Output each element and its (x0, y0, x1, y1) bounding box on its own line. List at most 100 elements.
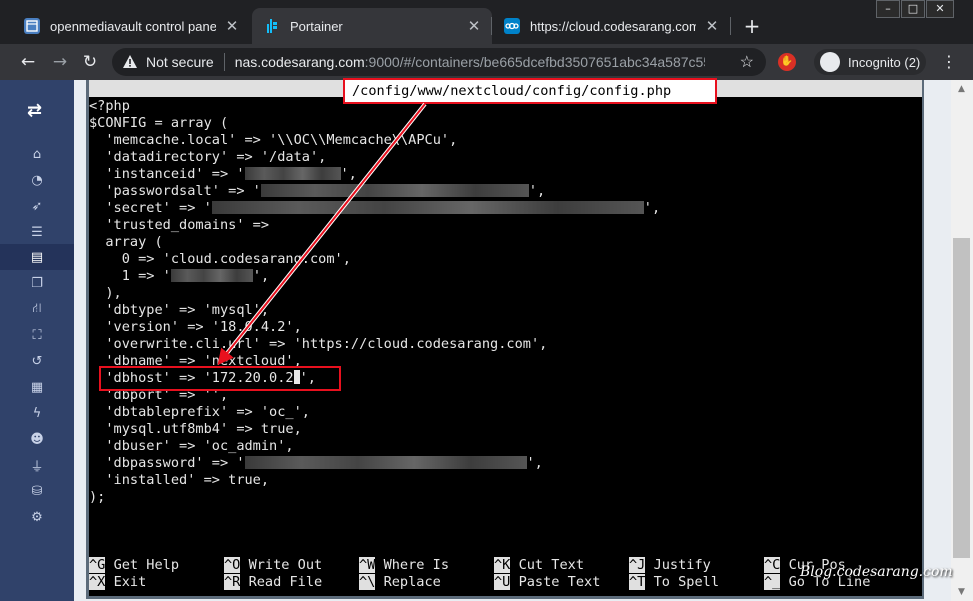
code-line: 'memcache.local' => '\\OC\\Memcache\\APC… (89, 132, 458, 148)
code-line: ), (89, 285, 122, 301)
code-line: 'dbtype' => 'mysql', (89, 302, 270, 318)
address-divider (223, 53, 225, 71)
code-text: 'secret' => ' (89, 200, 212, 216)
sidebar-item-events[interactable]: ↺ (0, 348, 74, 374)
grid-icon: ▦ (30, 379, 44, 395)
scroll-up-arrow-icon[interactable]: ▲ (953, 81, 970, 97)
url-path: :9000/#/containers/be665dcefbd3507651abc… (364, 54, 705, 70)
maximize-button[interactable]: □ (901, 0, 925, 18)
code-text: ', (643, 200, 661, 216)
code-line: $CONFIG = array ( (89, 115, 229, 131)
filename-callout-box: /config/www/nextcloud/config/config.php (343, 78, 717, 104)
incognito-label: Incognito (2) (848, 54, 921, 70)
shortcut-cut-text[interactable]: ^K Cut Text (494, 557, 584, 574)
code-line: array ( (89, 234, 163, 250)
code-line: 'dbtableprefix' => 'oc_', (89, 404, 310, 420)
redacted-value (170, 269, 253, 282)
code-line: 'datadirectory' => '/data', (89, 149, 327, 165)
scrollbar-thumb[interactable] (953, 238, 970, 558)
shortcut-replace[interactable]: ^\ Replace (359, 574, 441, 591)
browser-toolbar: ← → ↻ Not secure nas.codesarang.com :900… (0, 44, 973, 80)
incognito-badge[interactable]: Incognito (2) (814, 49, 926, 75)
shortcut-justify[interactable]: ^J Justify (629, 557, 711, 574)
sidebar-item-users[interactable]: ☻ (0, 426, 74, 452)
portainer-icon (264, 18, 280, 34)
code-line: 'dbpassword' => ' ', (89, 455, 922, 472)
code-line: 1 => ' ', (89, 268, 922, 285)
sidebar-item-host[interactable]: ▦ (0, 374, 74, 400)
filename-callout-text: /config/www/nextcloud/config/config.php (352, 83, 672, 99)
sidebar-item-containers[interactable]: ▤ (0, 244, 74, 270)
shortcut-paste-text[interactable]: ^U Paste Text (494, 574, 600, 591)
code-text: ', (528, 183, 546, 199)
sidebar-item-networks[interactable]: ⛙ (0, 296, 74, 322)
browser-menu-icon[interactable]: ⋮ (940, 50, 958, 74)
shortcut-to-spell[interactable]: ^T To Spell (629, 574, 719, 591)
code-buffer[interactable]: <?php $CONFIG = array ( 'memcache.local'… (89, 98, 922, 506)
tab-close-icon[interactable]: ✕ (704, 17, 720, 35)
tab-close-icon[interactable]: ✕ (466, 17, 482, 35)
bolt-icon: ϟ (32, 405, 42, 421)
tab-openmediavault[interactable]: openmediavault control panel - c ✕ (12, 8, 250, 44)
shortcut-write-out[interactable]: ^O Write Out (224, 557, 322, 574)
security-label[interactable]: Not secure (146, 54, 214, 70)
forward-button[interactable]: → (48, 50, 72, 74)
back-button[interactable]: ← (16, 50, 40, 74)
sidebar-item-stacks[interactable]: ☰ (0, 219, 74, 245)
tab-strip: openmediavault control panel - c ✕ Porta… (0, 0, 973, 44)
nano-terminal[interactable]: GNU nano 4.9.3 /config/www/nextcloud/con… (89, 80, 922, 596)
sidebar-item-registries[interactable]: ⛁ (0, 478, 74, 504)
sidebar-item-settings[interactable]: ⚙ (0, 504, 74, 530)
tab-close-icon[interactable]: ✕ (224, 17, 240, 35)
shortcut-read-file[interactable]: ^R Read File (224, 574, 322, 591)
redacted-value (244, 456, 527, 469)
sidebar-item-images[interactable]: ❐ (0, 270, 74, 296)
code-text: ', (340, 166, 357, 182)
sidebar-item-templates[interactable]: ➶ (0, 193, 74, 219)
sidebar-item-endpoints[interactable]: ⏚ (0, 452, 74, 478)
new-tab-button[interactable]: + (740, 14, 764, 38)
users-icon: ☻ (30, 431, 44, 447)
code-text: 'dbpassword' => ' (89, 455, 245, 471)
redacted-value (244, 167, 341, 180)
tab-separator (730, 17, 731, 35)
shortcut-exit[interactable]: ^X Exit (89, 574, 146, 591)
database-icon: ⛁ (31, 483, 43, 499)
rocket-icon: ➶ (31, 198, 43, 214)
tab-portainer[interactable]: Portainer ✕ (252, 8, 492, 44)
scroll-down-arrow-icon[interactable]: ▼ (953, 584, 970, 600)
sidebar-item-extensions[interactable]: ϟ (0, 400, 74, 426)
code-line: 'mysql.utf8mb4' => true, (89, 421, 302, 437)
home-icon: ⌂ (32, 146, 42, 162)
code-text: ', (252, 268, 270, 284)
reload-button[interactable]: ↻ (78, 50, 102, 74)
omv-icon (24, 18, 40, 34)
shortcut-get-help[interactable]: ^G Get Help (89, 557, 179, 574)
bookmark-star-icon[interactable]: ☆ (740, 52, 754, 72)
code-line: 'secret' => ' ', (89, 200, 922, 217)
code-line: 'instanceid' => ' ', (89, 166, 922, 183)
sidebar-item-home[interactable]: ⌂ (0, 141, 74, 167)
redacted-value (260, 184, 529, 197)
tab-separator (491, 17, 492, 35)
nextcloud-icon (504, 18, 520, 34)
cogs-icon: ⚙ (31, 509, 43, 525)
shortcut-where-is[interactable]: ^W Where Is (359, 557, 449, 574)
code-line: 'installed' => true, (89, 472, 270, 488)
portainer-toggle-icon[interactable]: ⇄ (27, 100, 42, 121)
extension-stop-icon[interactable]: ✋ (778, 53, 796, 71)
code-text: 'passwordsalt' => ' (89, 183, 261, 199)
list-icon: ☰ (31, 224, 43, 240)
tab-nextcloud[interactable]: https://cloud.codesarang.com ✕ (492, 8, 730, 44)
code-text: 1 => ' (89, 268, 171, 284)
address-bar[interactable]: Not secure nas.codesarang.com :9000/#/co… (112, 48, 766, 76)
code-line: 'dbuser' => 'oc_admin', (89, 438, 294, 454)
dbhost-highlight-box (99, 366, 341, 391)
sidebar-item-volumes[interactable]: ⛶ (0, 322, 74, 348)
warning-icon[interactable] (122, 54, 138, 70)
minimize-button[interactable]: – (876, 0, 900, 18)
sidebar-item-dashboard[interactable]: ◔ (0, 167, 74, 193)
clone-icon: ❐ (31, 275, 43, 291)
close-window-button[interactable]: ✕ (926, 0, 954, 18)
code-line: ); (89, 489, 106, 505)
